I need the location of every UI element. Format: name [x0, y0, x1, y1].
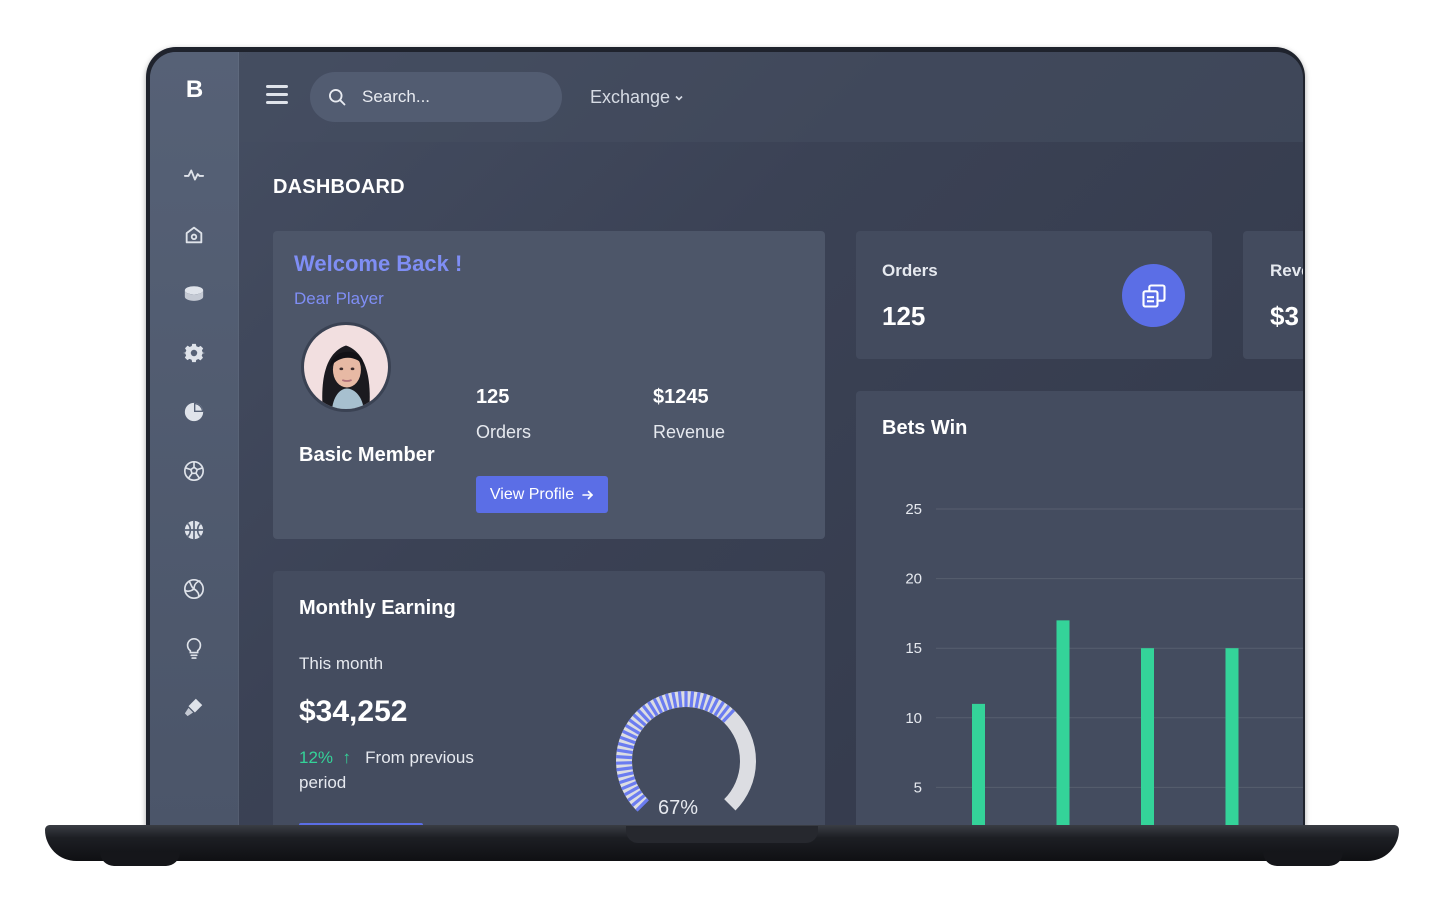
lightbulb-icon[interactable] [183, 637, 205, 659]
orders-count: 125 [476, 386, 510, 408]
y-tick-label: 15 [905, 640, 922, 657]
bar [1225, 648, 1239, 828]
revenue-card-label: Revenue [1270, 261, 1303, 280]
arrow-right-icon [582, 490, 594, 499]
basketball-icon[interactable] [183, 519, 205, 541]
activity-icon[interactable] [183, 164, 205, 186]
welcome-subtitle: Dear Player [294, 289, 384, 308]
pie-chart-icon[interactable] [183, 401, 205, 423]
welcome-title: Welcome Back ! [294, 251, 463, 276]
page-title: DASHBOARD [273, 176, 405, 198]
revenue-label: Revenue [653, 422, 726, 442]
home-icon[interactable] [183, 224, 205, 246]
monthly-earning-card: Monthly Earning This month $34,252 12% ↑… [273, 571, 825, 828]
orders-card-label: Orders [882, 261, 938, 280]
search-box [310, 72, 562, 122]
monthly-subtitle: This month [299, 654, 384, 673]
volleyball-icon[interactable] [183, 578, 205, 600]
search-icon [329, 89, 346, 106]
gauge-tick [689, 691, 695, 708]
y-tick-label: 10 [905, 710, 922, 727]
menu-icon[interactable] [266, 85, 288, 105]
tool-icon[interactable] [183, 696, 205, 718]
y-tick-label: 5 [914, 779, 922, 796]
gauge-tick [615, 761, 633, 765]
revenue-card: Revenue $3 [1243, 231, 1303, 359]
exchange-dropdown[interactable]: Exchange [590, 87, 684, 108]
monthly-change: 12% ↑ From previous period [299, 745, 509, 795]
search-input[interactable] [362, 85, 552, 109]
monthly-title: Monthly Earning [299, 597, 456, 619]
copy-icon [1122, 264, 1185, 327]
orders-card-value: 125 [882, 301, 926, 331]
welcome-card: Welcome Back ! Dear Player Basic Member … [273, 231, 825, 539]
change-percent: 12% [299, 748, 334, 767]
logo[interactable]: B [150, 76, 239, 104]
soccer-ball-icon[interactable] [183, 460, 205, 482]
revenue-amount: $1245 [653, 386, 709, 408]
screen: B Search... Exchange DASHBOARD Welcome B… [150, 52, 1303, 828]
sidebar: B [150, 52, 239, 828]
bar [972, 703, 985, 828]
gauge-percent: 67% [658, 797, 699, 819]
bar [1056, 620, 1070, 828]
monthly-value: $34,252 [299, 695, 408, 728]
orders-card: Orders 125 [856, 231, 1212, 359]
orders-label: Orders [476, 422, 532, 442]
gauge-tick [616, 755, 633, 760]
member-level: Basic Member [299, 444, 435, 466]
topbar: Exchange [239, 52, 1303, 142]
avatar[interactable] [301, 322, 391, 412]
y-tick-label: 25 [905, 501, 922, 518]
laptop-foot [100, 852, 180, 866]
revenue-card-value: $3 [1270, 301, 1299, 331]
view-profile-button[interactable]: View Profile [476, 476, 608, 513]
gauge-tick [616, 766, 633, 772]
database-icon[interactable] [183, 283, 205, 305]
view-profile-label: View Profile [489, 485, 575, 503]
laptop-foot [1263, 852, 1343, 866]
bets-win-chart: Bets Win 25 20 15 10 5 [856, 391, 1303, 828]
exchange-label: Exchange [590, 87, 671, 107]
arrow-up-icon: ↑ [337, 748, 361, 767]
chevron-down-icon [675, 95, 683, 101]
bar-chart: 25 20 15 10 5 [905, 501, 1303, 828]
gauge-tick [677, 691, 683, 708]
y-tick-label: 20 [905, 571, 922, 588]
laptop-notch [626, 826, 818, 843]
settings-icon[interactable] [183, 342, 205, 364]
bar [1141, 648, 1154, 828]
